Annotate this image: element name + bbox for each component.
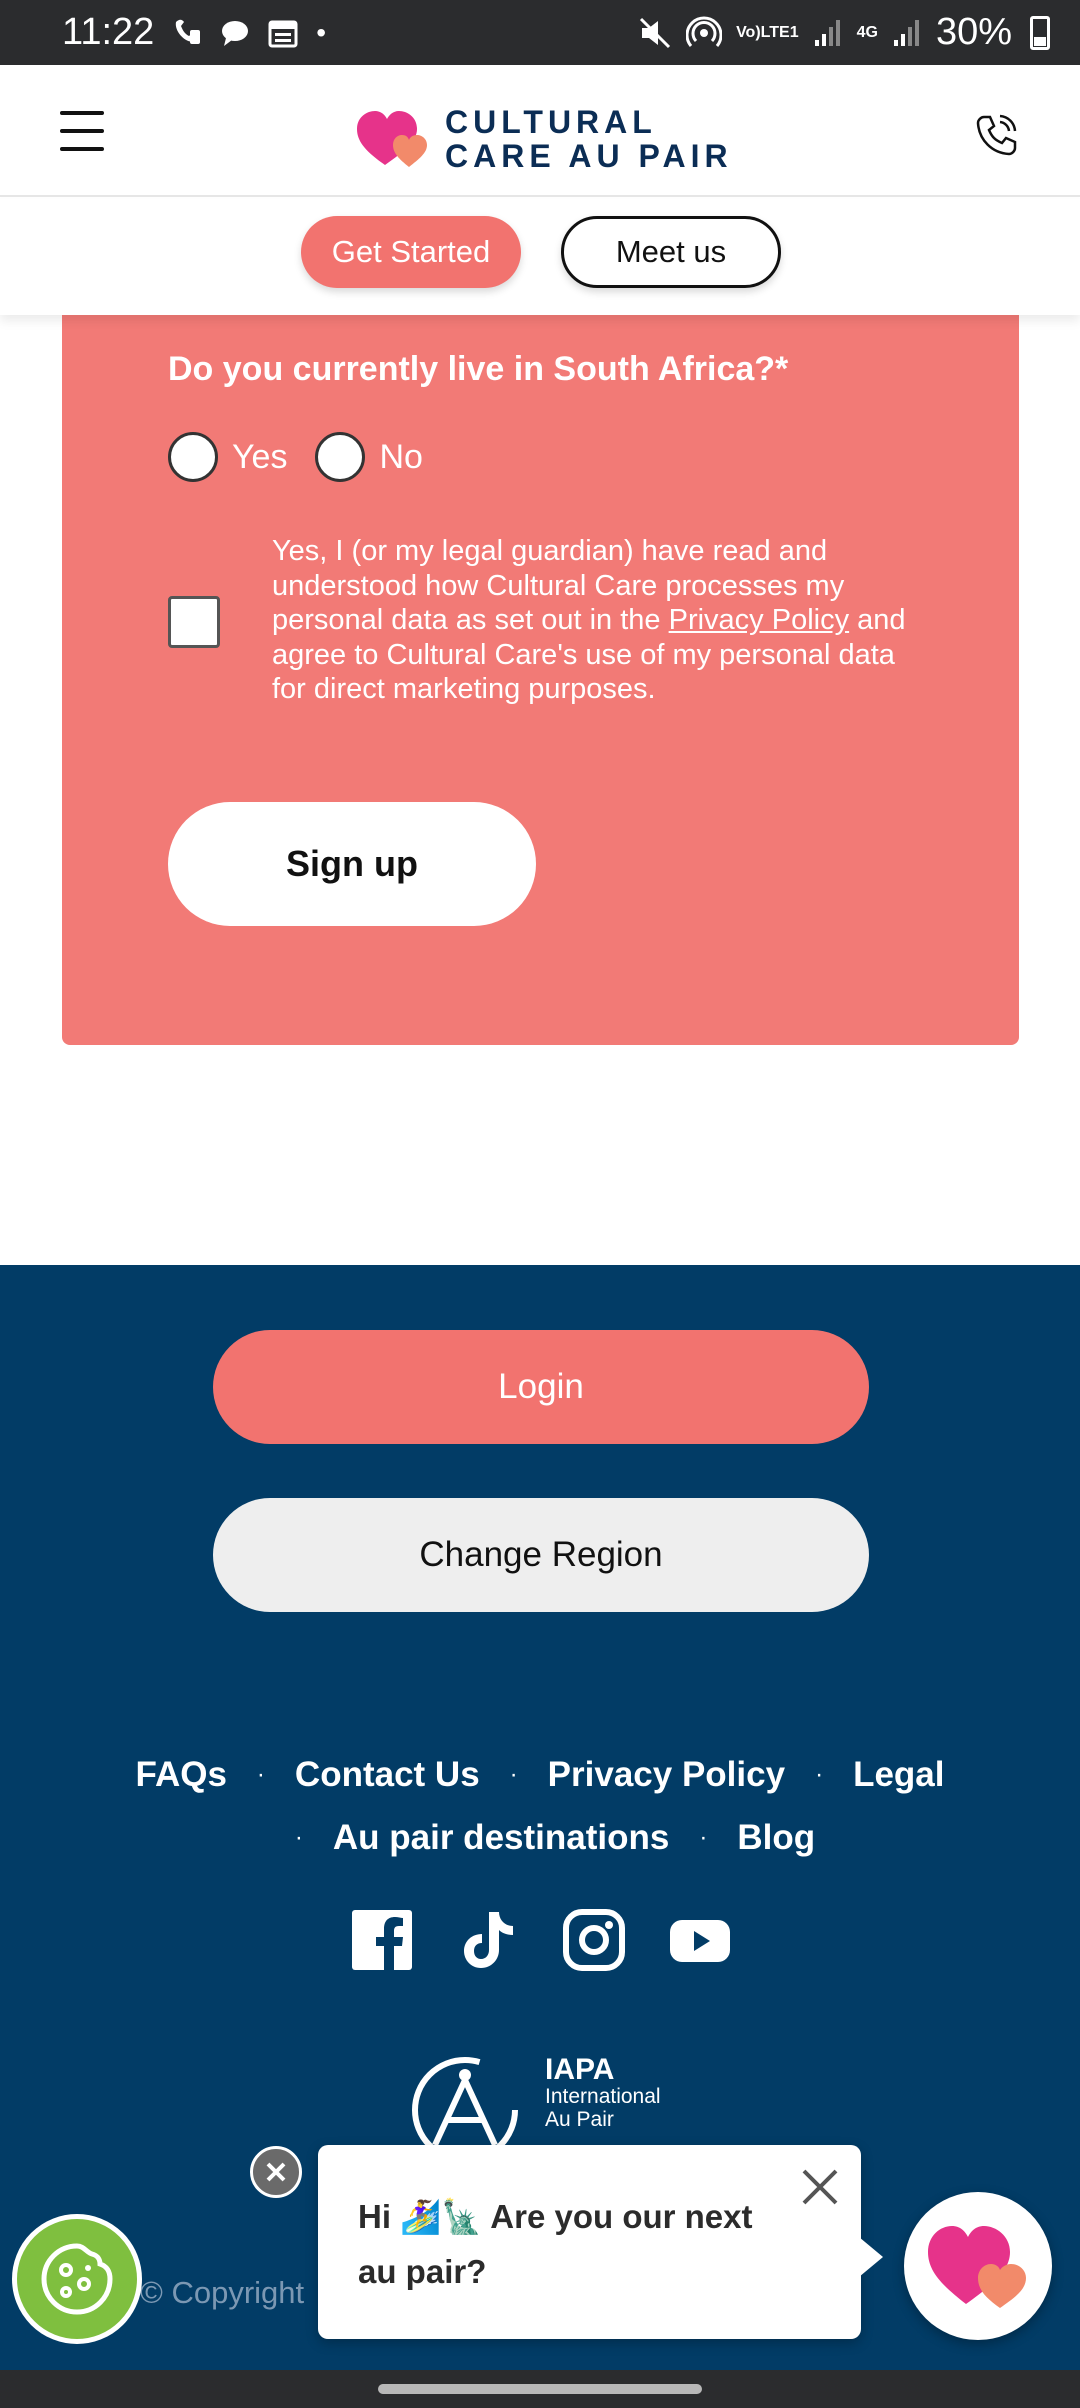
residence-question: Do you currently live in South Africa?* [168, 350, 789, 388]
iapa-title: IAPA [545, 2053, 615, 2086]
close-chat-prompt-button[interactable] [250, 2146, 302, 2198]
consent-checkbox[interactable] [168, 596, 220, 648]
login-button[interactable]: Login [213, 1330, 869, 1444]
wifi-call-icon [172, 16, 202, 50]
signal-icon [813, 18, 843, 48]
chat-greeting: Hi 🏄‍♀️🗽 Are you our next au pair? [358, 2198, 753, 2290]
footer-links-row-1: FAQs · Contact Us · Privacy Policy · Leg… [135, 1755, 945, 1795]
hamburger-menu-icon[interactable] [60, 111, 104, 151]
cultural-care-logo[interactable]: CULTURAL CARE AU PAIR [355, 105, 733, 173]
iapa-line-1: International [545, 2085, 661, 2108]
heart-chat-icon [928, 2226, 1026, 2308]
phone-icon[interactable] [974, 113, 1018, 157]
footer-link-privacy-policy[interactable]: Privacy Policy [548, 1755, 785, 1795]
tiktok-icon[interactable] [456, 1908, 520, 1972]
footer-link-legal[interactable]: Legal [853, 1755, 944, 1795]
consent-text: Yes, I (or my legal guardian) have read … [272, 535, 906, 705]
logo-line-2: CARE AU PAIR [445, 138, 733, 174]
cookie-settings-button[interactable] [12, 2214, 142, 2344]
signal-icon-2 [892, 18, 922, 48]
residence-radio-group: Yes No [168, 432, 451, 482]
status-time: 11:22 [62, 11, 155, 53]
iapa-line-2: Au Pair [545, 2108, 614, 2131]
yes-radio-label[interactable]: Yes [232, 438, 287, 477]
cookie-icon [41, 2243, 113, 2315]
battery-percent: 30% [935, 11, 1012, 53]
get-started-button[interactable]: Get Started [301, 216, 521, 288]
footer-link-faqs[interactable]: FAQs [136, 1755, 227, 1795]
sign-up-button[interactable]: Sign up [168, 802, 536, 926]
facebook-icon[interactable] [350, 1908, 414, 1972]
youtube-icon[interactable] [668, 1908, 732, 1972]
cta-bar: Get Started Meet us [0, 199, 1080, 315]
hotspot-icon [686, 15, 723, 51]
home-gesture-bar[interactable] [378, 2384, 702, 2394]
chat-launcher-button[interactable] [904, 2192, 1052, 2340]
chat-prompt-bubble[interactable]: Hi 🏄‍♀️🗽 Are you our next au pair? [318, 2145, 883, 2339]
site-header: CULTURAL CARE AU PAIR [0, 65, 1080, 197]
calendar-icon [268, 18, 298, 48]
mute-icon [638, 16, 672, 50]
message-icon [220, 18, 250, 48]
logo-line-1: CULTURAL [445, 104, 657, 140]
footer-link-au-pair-destinations[interactable]: Au pair destinations [333, 1818, 669, 1858]
close-icon [266, 2162, 286, 2182]
social-links [350, 1908, 732, 1972]
notification-dot: • [316, 16, 327, 48]
footer-link-blog[interactable]: Blog [737, 1818, 815, 1858]
footer-links-row-2: · Au pair destinations · Blog [294, 1818, 816, 1858]
volte-label: Vo) LTE1 [736, 23, 799, 41]
battery-icon [1030, 15, 1050, 50]
system-nav-bar [0, 2370, 1080, 2408]
copyright-text: © Copyright [140, 2275, 305, 2310]
chat-bubble-close-icon[interactable] [798, 2165, 842, 2209]
no-radio[interactable] [315, 432, 366, 482]
privacy-policy-link[interactable]: Privacy Policy [669, 604, 850, 636]
meet-us-button[interactable]: Meet us [561, 216, 781, 288]
instagram-icon[interactable] [562, 1908, 626, 1972]
yes-radio[interactable] [168, 432, 218, 482]
change-region-button[interactable]: Change Region [213, 1498, 869, 1612]
no-radio-label[interactable]: No [379, 438, 422, 477]
footer-link-contact-us[interactable]: Contact Us [295, 1755, 480, 1795]
data-type-label: 4G [856, 23, 878, 41]
status-bar: 11:22 • Vo) LTE1 4G 30% [0, 0, 1080, 65]
heart-logo-icon [357, 111, 427, 167]
signup-form-card: Do you currently live in South Africa?* … [62, 310, 1019, 1045]
